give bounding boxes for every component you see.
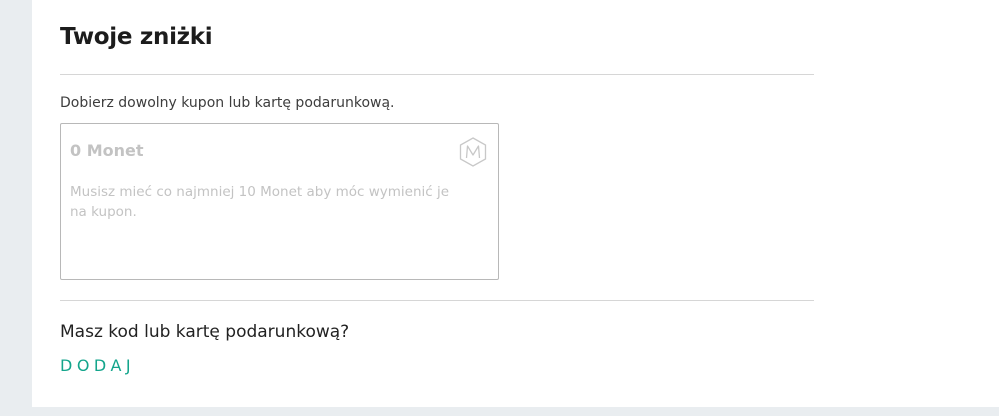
- coin-icon: [459, 137, 487, 167]
- discounts-panel: Twoje zniżki Dobierz dowolny kupon lub k…: [32, 0, 999, 407]
- divider: [60, 74, 814, 75]
- divider: [60, 300, 814, 301]
- intro-text: Dobierz dowolny kupon lub kartę podarunk…: [60, 95, 395, 111]
- page-title: Twoje zniżki: [60, 24, 213, 50]
- coupon-card: 0 Monet Musisz mieć co najmniej 10 Monet…: [60, 123, 499, 280]
- coupon-description: Musisz mieć co najmniej 10 Monet aby móc…: [70, 184, 450, 220]
- add-code-button[interactable]: DODAJ: [60, 356, 135, 375]
- coins-balance: 0 Monet: [70, 141, 144, 160]
- gift-code-question: Masz kod lub kartę podarunkową?: [60, 322, 350, 342]
